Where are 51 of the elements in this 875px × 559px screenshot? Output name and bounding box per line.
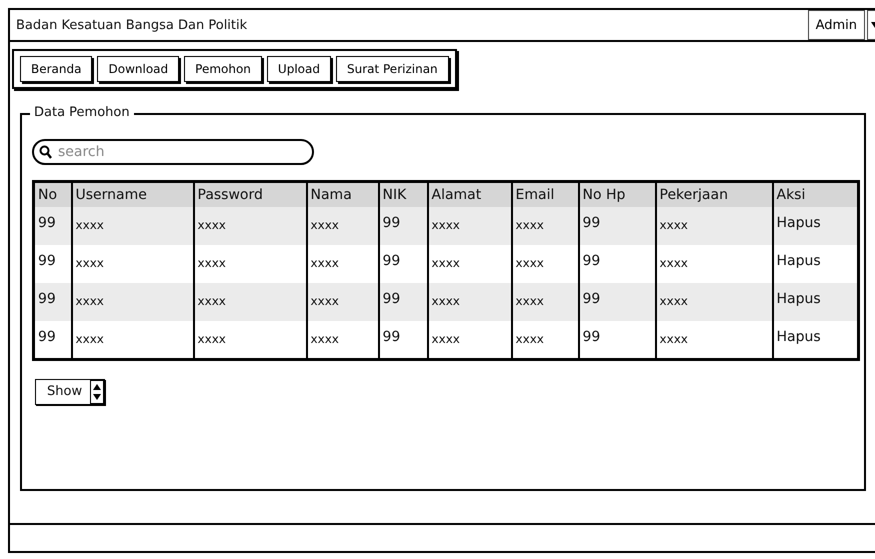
- window-title: Badan Kesatuan Bangsa Dan Politik: [16, 18, 248, 32]
- spinner-icon: [90, 380, 104, 404]
- table-cell: Hapus: [772, 321, 858, 359]
- nav-button[interactable]: Surat Perizinan: [336, 56, 449, 82]
- table-cell: 99: [378, 283, 428, 321]
- table-cell: xxxx: [194, 283, 306, 321]
- table-cell: 99: [378, 207, 428, 245]
- column-header: Pekerjaan: [656, 182, 772, 207]
- table-cell: xxxx: [656, 283, 772, 321]
- table-cell: xxxx: [512, 207, 578, 245]
- column-header: Password: [194, 182, 306, 207]
- table-cell: xxxx: [428, 207, 512, 245]
- table-cell: xxxx: [72, 321, 194, 359]
- table-cell: xxxx: [656, 207, 772, 245]
- table-cell: xxxx: [512, 283, 578, 321]
- table-cell: 99: [34, 321, 72, 359]
- table-cell: xxxx: [306, 207, 378, 245]
- nav-button[interactable]: Beranda: [20, 56, 92, 82]
- table-cell: Hapus: [772, 207, 858, 245]
- search-field[interactable]: search: [32, 139, 314, 165]
- admin-button[interactable]: Admin: [808, 10, 865, 40]
- nav-button[interactable]: Pemohon: [184, 56, 262, 82]
- table-cell: 99: [578, 321, 656, 359]
- nav-button[interactable]: Upload: [266, 56, 331, 82]
- search-icon: [39, 145, 52, 159]
- column-header: Username: [72, 182, 194, 207]
- nav-button[interactable]: Download: [97, 56, 180, 82]
- table-cell: xxxx: [512, 321, 578, 359]
- column-header: Aksi: [772, 182, 858, 207]
- column-header: Alamat: [428, 182, 512, 207]
- table-cell: 99: [34, 283, 72, 321]
- table-cell: xxxx: [194, 321, 306, 359]
- column-header: No Hp: [578, 182, 656, 207]
- table-cell: xxxx: [428, 321, 512, 359]
- column-header: NIK: [378, 182, 428, 207]
- column-header: Email: [512, 182, 578, 207]
- table-cell: xxxx: [306, 283, 378, 321]
- table-cell: xxxx: [656, 321, 772, 359]
- column-header: Nama: [306, 182, 378, 207]
- table-cell: 99: [578, 207, 656, 245]
- table-cell: xxxx: [194, 207, 306, 245]
- table-cell: xxxx: [306, 321, 378, 359]
- table-cell: 99: [378, 321, 428, 359]
- show-select[interactable]: Show: [35, 378, 106, 404]
- column-header: No: [34, 182, 72, 207]
- table-cell: xxxx: [72, 207, 194, 245]
- table-cell: 99: [578, 283, 656, 321]
- table-cell: 99: [34, 207, 72, 245]
- table-cell: Hapus: [772, 283, 858, 321]
- table-cell: xxxx: [72, 283, 194, 321]
- table-cell: xxxx: [428, 283, 512, 321]
